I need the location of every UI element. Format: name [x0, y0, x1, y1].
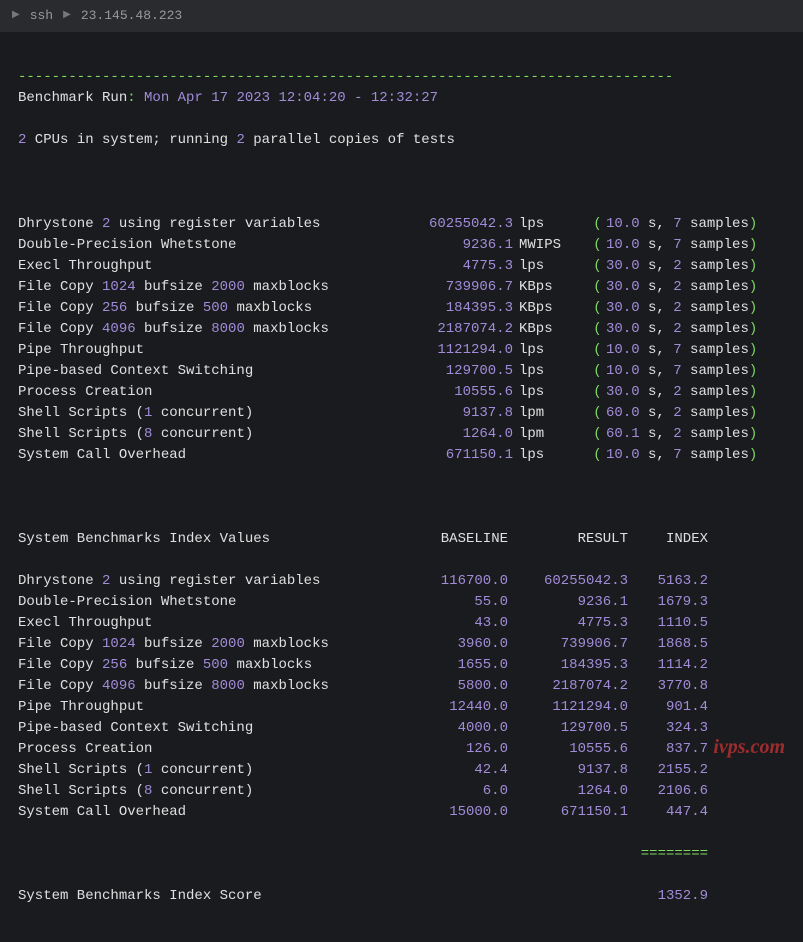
tab-ssh[interactable]: ssh: [30, 6, 53, 26]
final-score: System Benchmarks Index Score1352.9: [18, 886, 785, 907]
test-row: Shell Scripts (1 concurrent)9137.8lpm (6…: [18, 403, 785, 424]
test-row: Execl Throughput4775.3lps (30.0 s, 2 sam…: [18, 256, 785, 277]
index-row: Pipe-based Context Switching4000.0129700…: [18, 718, 785, 739]
index-row: File Copy 256 bufsize 500 maxblocks1655.…: [18, 655, 785, 676]
index-row: Double-Precision Whetstone55.09236.11679…: [18, 592, 785, 613]
test-row: Pipe-based Context Switching129700.5lps …: [18, 361, 785, 382]
index-row: Execl Throughput43.04775.31110.5: [18, 613, 785, 634]
index-row: Shell Scripts (8 concurrent)6.01264.0210…: [18, 781, 785, 802]
cpu-info-line: 2 CPUs in system; running 2 parallel cop…: [18, 130, 785, 151]
test-row: Process Creation10555.6lps (30.0 s, 2 sa…: [18, 382, 785, 403]
test-row: Shell Scripts (8 concurrent)1264.0lpm (6…: [18, 424, 785, 445]
benchmark-run-line: Benchmark Run: Mon Apr 17 2023 12:04:20 …: [18, 88, 785, 109]
chevron-right-icon: ▶: [63, 8, 71, 23]
index-row: System Call Overhead15000.0671150.1447.4: [18, 802, 785, 823]
index-row: File Copy 1024 bufsize 2000 maxblocks396…: [18, 634, 785, 655]
terminal-output[interactable]: ----------------------------------------…: [0, 32, 803, 942]
index-header: System Benchmarks Index ValuesBASELINERE…: [18, 529, 785, 550]
divider: ----------------------------------------…: [18, 69, 673, 85]
tab-ip[interactable]: 23.145.48.223: [81, 6, 182, 26]
index-row: Process Creation126.010555.6837.7: [18, 739, 785, 760]
index-row: Pipe Throughput12440.01121294.0901.4: [18, 697, 785, 718]
index-row: File Copy 4096 bufsize 8000 maxblocks580…: [18, 676, 785, 697]
index-row: Dhrystone 2 using register variables1167…: [18, 571, 785, 592]
index-row: Shell Scripts (1 concurrent)42.49137.821…: [18, 760, 785, 781]
watermark-logo: ivps.com: [713, 732, 785, 762]
test-row: Dhrystone 2 using register variables6025…: [18, 214, 785, 235]
test-row: File Copy 1024 bufsize 2000 maxblocks739…: [18, 277, 785, 298]
test-row: File Copy 4096 bufsize 8000 maxblocks218…: [18, 319, 785, 340]
test-row: File Copy 256 bufsize 500 maxblocks18439…: [18, 298, 785, 319]
test-row: System Call Overhead671150.1lps (10.0 s,…: [18, 445, 785, 466]
test-row: Double-Precision Whetstone9236.1MWIPS (1…: [18, 235, 785, 256]
index-underline: ========: [18, 844, 785, 865]
test-row: Pipe Throughput1121294.0lps (10.0 s, 7 s…: [18, 340, 785, 361]
titlebar: ▶ ssh ▶ 23.145.48.223: [0, 0, 803, 32]
chevron-right-icon: ▶: [12, 8, 20, 23]
